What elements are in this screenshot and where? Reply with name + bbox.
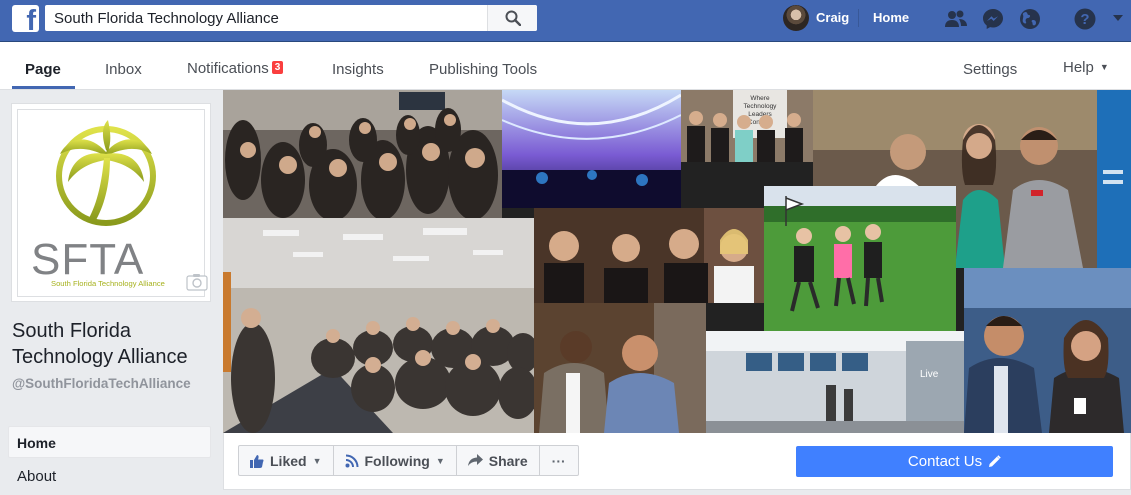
cover-photo-audience — [223, 90, 502, 218]
home-link[interactable]: Home — [873, 10, 909, 25]
rss-follow-icon — [345, 454, 358, 467]
active-tab-indicator — [12, 86, 75, 89]
tab-insights[interactable]: Insights — [332, 61, 384, 78]
palm-tree-logo-icon: SFTA South Florida Technology Alliance — [31, 120, 165, 288]
logo-text: SFTA — [31, 235, 144, 284]
top-navigation-bar: f Craig Home ? — [0, 0, 1131, 42]
globe-icon[interactable] — [1017, 6, 1043, 32]
tab-help[interactable]: Help ▼ — [1063, 59, 1109, 76]
search-button[interactable] — [487, 5, 537, 31]
contact-us-label: Contact Us — [907, 453, 983, 470]
cover-photo-dinner-group — [534, 208, 764, 303]
tab-publishing-tools[interactable]: Publishing Tools — [429, 61, 537, 78]
chevron-down-icon: ▼ — [312, 455, 322, 466]
more-options-icon: ··· — [551, 452, 566, 469]
account-caret-icon[interactable] — [1110, 10, 1126, 26]
chevron-down-icon: ▼ — [1099, 62, 1109, 72]
profile-logo: SFTA South Florida Technology Alliance — [17, 109, 208, 297]
camera-icon[interactable] — [186, 273, 208, 291]
notification-count-badge: 3 — [271, 61, 284, 74]
chevron-down-icon: ▼ — [435, 455, 445, 466]
page-title[interactable]: South Florida Technology Alliance — [12, 318, 212, 370]
page-tabs-bar: Page Inbox Notifications 3 Insights Publi… — [0, 42, 1131, 90]
logo-subtext: South Florida Technology Alliance — [51, 279, 165, 288]
cover-photo-golf — [764, 186, 956, 331]
sidebar-item-label: Home — [17, 435, 56, 451]
facebook-logo-icon[interactable]: f — [12, 5, 39, 32]
svg-text:?: ? — [1080, 11, 1089, 28]
search-icon — [505, 10, 521, 26]
tab-inbox[interactable]: Inbox — [105, 61, 142, 78]
more-options-button[interactable]: ··· — [538, 445, 579, 476]
contact-us-button[interactable]: Contact Us — [796, 446, 1113, 477]
cover-photo-couple — [964, 268, 1131, 433]
search-input[interactable] — [45, 5, 487, 31]
tab-help-label: Help — [1063, 59, 1094, 76]
share-label: Share — [488, 452, 528, 469]
following-button[interactable]: Following ▼ — [332, 445, 457, 476]
tab-page[interactable]: Page — [25, 61, 61, 78]
tab-notifications-label: Notifications — [187, 60, 269, 77]
page-action-bar: Liked ▼ Following ▼ Share ··· Contact Us — [223, 433, 1131, 490]
cover-photo-event-tent — [502, 90, 681, 208]
thumbs-up-icon — [250, 454, 264, 468]
following-label: Following — [364, 452, 430, 469]
cover-photo-conference-room — [223, 218, 534, 433]
search-box — [45, 5, 537, 31]
divider — [858, 9, 859, 27]
messenger-icon[interactable] — [980, 6, 1006, 32]
user-name: Craig — [816, 10, 850, 25]
pencil-edit-icon[interactable] — [988, 455, 1001, 468]
sidebar-item-home[interactable]: Home — [8, 426, 211, 458]
avatar — [783, 5, 809, 31]
help-icon[interactable]: ? — [1072, 6, 1098, 32]
liked-label: Liked — [270, 452, 307, 469]
cover-photo-group: WhereTechnologyLeadersConnect — [681, 90, 813, 162]
cover-photo-two-men — [534, 303, 706, 433]
page-username[interactable]: @SouthFloridaTechAlliance — [12, 376, 210, 392]
cover-sign-text: Live — [920, 369, 939, 380]
friend-requests-icon[interactable] — [943, 6, 969, 32]
liked-button[interactable]: Liked ▼ — [238, 445, 334, 476]
tab-settings[interactable]: Settings — [963, 61, 1017, 78]
tab-notifications[interactable]: Notifications 3 — [187, 60, 284, 77]
share-arrow-icon — [467, 454, 483, 466]
sidebar-item-about[interactable]: About — [17, 468, 56, 485]
share-button[interactable]: Share — [455, 445, 540, 476]
cover-photo-lobby: Live — [706, 331, 964, 433]
profile-picture-card[interactable]: SFTA South Florida Technology Alliance — [11, 103, 211, 302]
cover-photo[interactable]: WhereTechnologyLeadersConnect — [223, 90, 1131, 433]
page-action-buttons: Liked ▼ Following ▼ Share ··· — [238, 445, 579, 476]
